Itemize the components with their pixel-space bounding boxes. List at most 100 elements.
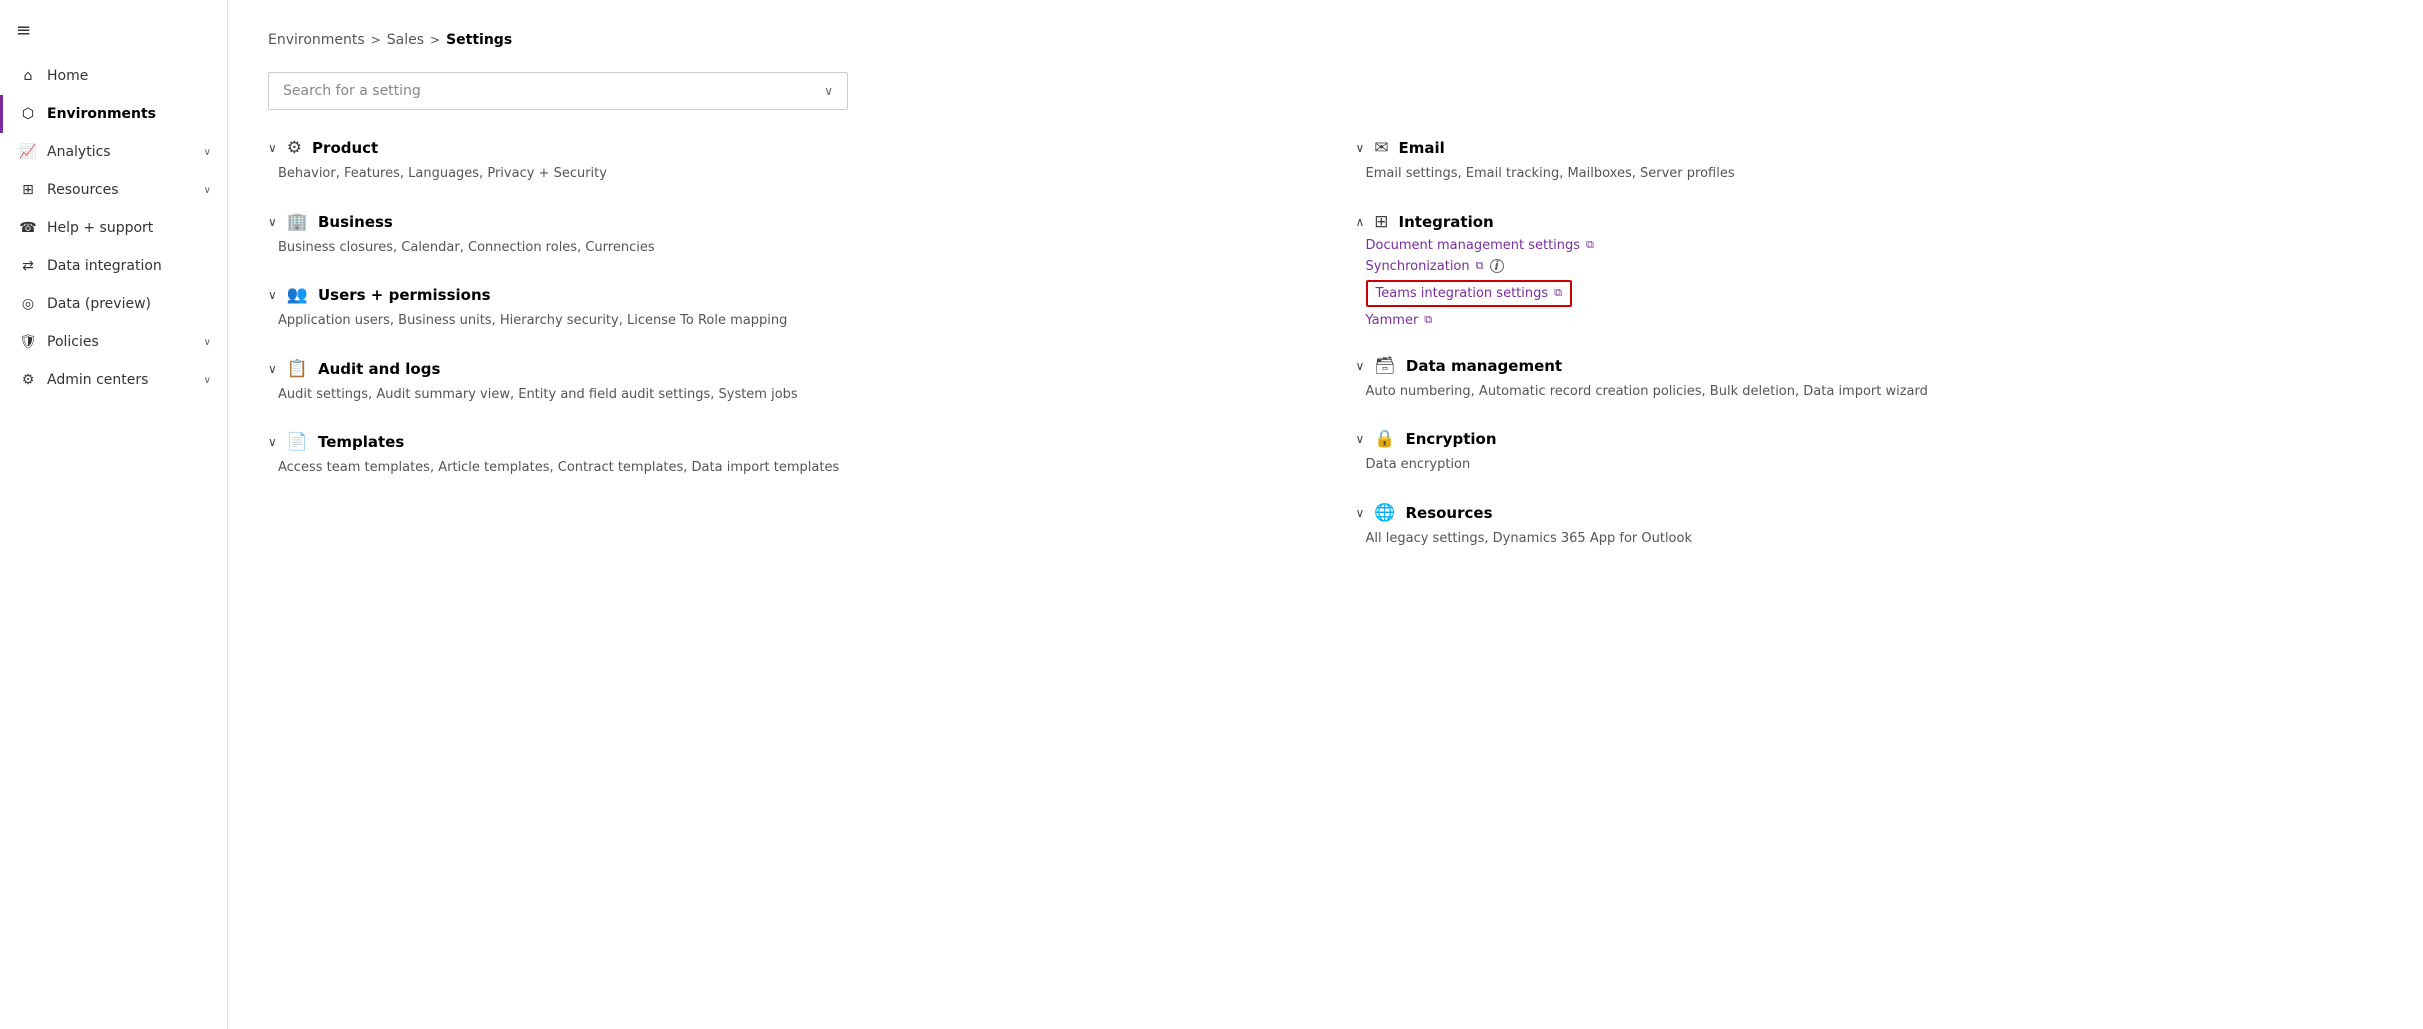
section-chevron-encryption: ∨ (1356, 432, 1365, 446)
section-header-encryption[interactable]: ∨🔒Encryption (1356, 429, 2384, 449)
right-column: ∨ ✉ Email Email settings, Email tracking, M… (1356, 138, 2384, 576)
section-title-templates: Templates (318, 433, 404, 451)
integration-link-yammer[interactable]: Yammer (1366, 313, 1419, 328)
sidebar-item-home[interactable]: ⌂ Home (0, 57, 227, 95)
teams-highlight-box: Teams integration settings ⧉ (1366, 280, 1573, 307)
section-title-business: Business (318, 213, 393, 231)
environments-icon: ⬡ (19, 105, 37, 123)
integration-row-synchronization: Synchronization ⧉ i (1366, 259, 2384, 274)
section-icon-product: ⚙ (287, 138, 302, 158)
section-icon-resources: 🌐 (1374, 503, 1395, 523)
integration-row-doc-management: Document management settings ⧉ (1366, 238, 2384, 253)
section-header-resources[interactable]: ∨🌐Resources (1356, 503, 2384, 523)
section-chevron-product: ∨ (268, 141, 277, 155)
breadcrumb-sep1: > (371, 33, 381, 47)
sidebar-item-admin-centers[interactable]: ⚙Admin centers∨ (0, 361, 227, 399)
section-title-data-management: Data management (1406, 357, 1562, 375)
section-chevron-audit-logs: ∨ (268, 362, 277, 376)
section-title-integration: Integration (1399, 213, 1494, 231)
section-header-data-management[interactable]: ∨ 🗃 Data management (1356, 356, 2384, 376)
sidebar-item-data-integration[interactable]: ⇄Data integration (0, 247, 227, 285)
section-links-product: Behavior, Features, Languages, Privacy +… (278, 164, 1296, 184)
hamburger-button[interactable]: ≡ (0, 8, 227, 53)
ext-icon-synchronization: ⧉ (1476, 259, 1484, 273)
sidebar-label-data-preview: Data (preview) (47, 296, 211, 312)
section-links-resources: All legacy settings, Dynamics 365 App fo… (1366, 529, 2384, 549)
section-icon-business: 🏢 (287, 212, 308, 232)
section-title-email: Email (1399, 139, 1445, 157)
section-product: ∨ ⚙ Product Behavior, Features, Languages, … (268, 138, 1296, 184)
section-links-email: Email settings, Email tracking, Mailboxe… (1366, 164, 2384, 184)
sidebar-item-help-support[interactable]: ☎ Help + support (0, 209, 227, 247)
sidebar-chevron-resources: ∨ (204, 185, 211, 196)
sidebar-label-home: Home (47, 68, 211, 84)
section-icon-users-permissions: 👥 (287, 285, 308, 305)
sidebar-item-analytics[interactable]: 📈 Analytics ∨ (0, 133, 227, 171)
section-header-email[interactable]: ∨✉Email (1356, 138, 2384, 158)
integration-row-yammer: Yammer ⧉ (1366, 313, 2384, 328)
section-links-business: Business closures, Calendar, Connection … (278, 238, 1296, 258)
ext-icon-yammer: ⧉ (1424, 313, 1432, 327)
sidebar-chevron-analytics: ∨ (204, 147, 211, 158)
section-chevron-resources: ∨ (1356, 506, 1365, 520)
section-icon-templates: 📄 (287, 432, 308, 452)
resources-icon: ⊞ (19, 181, 37, 199)
help-support-icon: ☎ (19, 219, 37, 237)
breadcrumb-settings: Settings (446, 32, 512, 48)
section-links-templates: Access team templates, Article templates… (278, 458, 1296, 478)
breadcrumb-environments[interactable]: Environments (268, 32, 365, 48)
section-icon-data-management: 🗃 (1374, 356, 1396, 376)
ext-icon-doc-management: ⧉ (1586, 238, 1594, 252)
section-header-users-permissions[interactable]: ∨ 👥 Users + permissions (268, 285, 1296, 305)
sidebar-item-environments[interactable]: ⬡Environments (0, 95, 227, 133)
section-title-product: Product (312, 139, 378, 157)
section-header-product[interactable]: ∨ ⚙ Product (268, 138, 1296, 158)
section-integration: ∧⊞Integration Document management setting… (1356, 212, 2384, 328)
section-icon-email: ✉ (1374, 138, 1388, 158)
search-bar[interactable]: Search for a setting ∨ (268, 72, 848, 110)
integration-link-teams-integration[interactable]: Teams integration settings (1376, 286, 1549, 301)
ext-icon-teams-integration: ⧉ (1554, 286, 1562, 300)
section-chevron-users-permissions: ∨ (268, 288, 277, 302)
integration-link-doc-management[interactable]: Document management settings (1366, 238, 1581, 253)
section-email: ∨✉EmailEmail settings, Email tracking, M… (1356, 138, 2384, 184)
admin-centers-icon: ⚙ (19, 371, 37, 389)
sidebar-chevron-admin-centers: ∨ (204, 375, 211, 386)
section-header-integration[interactable]: ∧⊞Integration (1356, 212, 2384, 232)
home-icon: ⌂ (19, 67, 37, 85)
integration-links-container: Document management settings⧉Synchroniza… (1366, 238, 2384, 328)
sidebar-nav: ⌂Home⬡Environments📈Analytics∨⊞Resources∨… (0, 57, 227, 399)
integration-link-synchronization[interactable]: Synchronization (1366, 259, 1470, 274)
section-chevron-integration: ∧ (1356, 215, 1365, 229)
analytics-icon: 📈 (19, 143, 37, 161)
data-integration-icon: ⇄ (19, 257, 37, 275)
breadcrumb-sales[interactable]: Sales (387, 32, 424, 48)
sidebar-chevron-policies: ∨ (204, 337, 211, 348)
sidebar-label-policies: Policies (47, 334, 194, 350)
data-preview-icon: ◎ (19, 295, 37, 313)
section-users-permissions: ∨ 👥 Users + permissions Application users, … (268, 285, 1296, 331)
section-header-templates[interactable]: ∨ 📄 Templates (268, 432, 1296, 452)
section-chevron-templates: ∨ (268, 435, 277, 449)
section-links-users-permissions: Application users, Business units, Hiera… (278, 311, 1296, 331)
sidebar-item-resources[interactable]: ⊞Resources∨ (0, 171, 227, 209)
section-templates: ∨ 📄 Templates Access team templates, Articl… (268, 432, 1296, 478)
section-links-encryption: Data encryption (1366, 455, 2384, 475)
section-encryption: ∨🔒Encryption Data encryption (1356, 429, 2384, 475)
integration-row-teams-integration: Teams integration settings ⧉ (1366, 280, 2384, 307)
section-header-business[interactable]: ∨🏢Business (268, 212, 1296, 232)
section-title-users-permissions: Users + permissions (318, 286, 491, 304)
section-title-encryption: Encryption (1405, 430, 1496, 448)
sidebar-label-analytics: Analytics (47, 144, 194, 160)
sidebar-item-policies[interactable]: 🛡Policies∨ (0, 323, 227, 361)
sidebar-label-help-support: Help + support (47, 220, 211, 236)
section-header-audit-logs[interactable]: ∨ 📋 Audit and logs (268, 359, 1296, 379)
breadcrumb: Environments > Sales > Settings (268, 32, 2383, 48)
sidebar: ≡ ⌂Home⬡Environments📈Analytics∨⊞Resource… (0, 0, 228, 1029)
section-icon-audit-logs: 📋 (287, 359, 308, 379)
info-icon-synchronization[interactable]: i (1490, 259, 1504, 273)
search-placeholder: Search for a setting (283, 83, 824, 99)
sidebar-item-data-preview[interactable]: ◎ Data (preview) (0, 285, 227, 323)
section-chevron-data-management: ∨ (1356, 359, 1365, 373)
section-title-audit-logs: Audit and logs (318, 360, 440, 378)
